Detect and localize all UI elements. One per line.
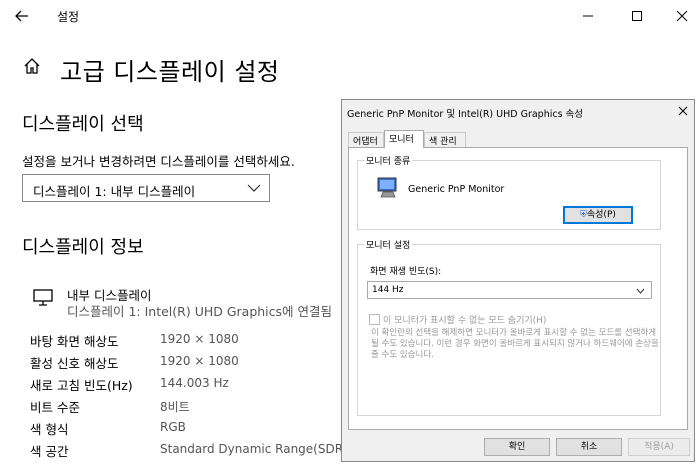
monitor-settings-label: 모니터 설정 xyxy=(364,238,413,251)
info-value-color-format: RGB xyxy=(160,420,186,434)
tab-monitor[interactable]: 모니터 xyxy=(384,130,424,148)
select-instruction: 설정을 보거나 변경하려면 디스플레이를 선택하세요. xyxy=(22,154,295,169)
ok-button[interactable]: 확인 xyxy=(484,438,550,456)
info-value-bit-depth: 8비트 xyxy=(160,400,190,414)
select-display-heading: 디스플레이 선택 xyxy=(22,114,144,135)
back-arrow-icon[interactable] xyxy=(12,6,32,26)
info-value-desktop-resolution: 1920 × 1080 xyxy=(160,332,239,346)
info-label-color-format: 색 형식 xyxy=(30,422,69,437)
info-value-color-space: Standard Dynamic Range(SDR) xyxy=(160,442,348,456)
monitor-icon xyxy=(33,289,53,306)
close-icon[interactable] xyxy=(672,6,692,26)
refresh-rate-value: 144 Hz xyxy=(372,285,404,295)
display-connection: 디스플레이 1: Intel(R) UHD Graphics에 연결됨 xyxy=(67,304,333,319)
shield-icon: ⛨ xyxy=(580,210,587,220)
monitor-type-label: 모니터 종류 xyxy=(364,154,413,167)
minimize-icon[interactable] xyxy=(578,6,598,26)
tab-color-management[interactable]: 색 관리 xyxy=(424,132,466,147)
maximize-icon[interactable] xyxy=(627,6,647,26)
hide-modes-description: 이 확인란의 선택을 해제하면 모니터가 올바르게 표시할 수 없는 모드를 선… xyxy=(371,328,659,360)
info-label-refresh-rate: 새로 고침 빈도(Hz) xyxy=(30,378,133,393)
monitor-type-group: 모니터 종류 Generic PnP Monitor ⛨속성(P) xyxy=(357,154,661,230)
info-label-desktop-resolution: 바탕 화면 해상도 xyxy=(30,334,119,349)
title-bar: 설정 xyxy=(0,0,700,32)
info-value-refresh-rate: 144.003 Hz xyxy=(160,376,229,390)
display-dropdown-value: 디스플레이 1: 내부 디스플레이 xyxy=(33,184,196,199)
monitor-properties-label: 속성(P) xyxy=(586,210,616,220)
monitor-properties-button[interactable]: ⛨속성(P) xyxy=(563,206,633,224)
cancel-button[interactable]: 취소 xyxy=(556,438,622,456)
monitor-tab-panel: 모니터 종류 Generic PnP Monitor ⛨속성(P) 모니터 설정… xyxy=(348,147,688,430)
properties-dialog: Generic PnP Monitor 및 Intel(R) UHD Graph… xyxy=(341,99,695,462)
dialog-title: Generic PnP Monitor 및 Intel(R) UHD Graph… xyxy=(347,109,584,120)
tab-adapter[interactable]: 어댑터 xyxy=(348,132,384,147)
window-title: 설정 xyxy=(57,10,80,24)
display-info-heading: 디스플레이 정보 xyxy=(22,237,144,258)
refresh-rate-combo[interactable]: 144 Hz xyxy=(367,281,652,299)
chevron-down-icon xyxy=(247,184,261,192)
info-label-bit-depth: 비트 수준 xyxy=(30,400,80,415)
refresh-rate-label: 화면 재생 빈도(S): xyxy=(370,267,442,277)
apply-button[interactable]: 적용(A) xyxy=(628,438,690,456)
home-icon[interactable] xyxy=(22,56,42,76)
info-value-active-resolution: 1920 × 1080 xyxy=(160,354,239,368)
hide-modes-label: 이 모니터가 표시할 수 없는 모드 숨기기(H) xyxy=(383,316,547,326)
chevron-down-icon xyxy=(636,288,645,294)
page-title: 고급 디스플레이 설정 xyxy=(60,58,280,86)
dialog-close-icon[interactable] xyxy=(678,106,688,116)
info-label-active-resolution: 활성 신호 해상도 xyxy=(30,356,119,371)
monitor-device-icon xyxy=(377,177,397,198)
hide-modes-checkbox[interactable] xyxy=(369,314,380,325)
monitor-name: Generic PnP Monitor xyxy=(408,184,505,195)
info-label-color-space: 색 공간 xyxy=(30,444,69,459)
display-dropdown[interactable]: 디스플레이 1: 내부 디스플레이 xyxy=(22,174,270,202)
